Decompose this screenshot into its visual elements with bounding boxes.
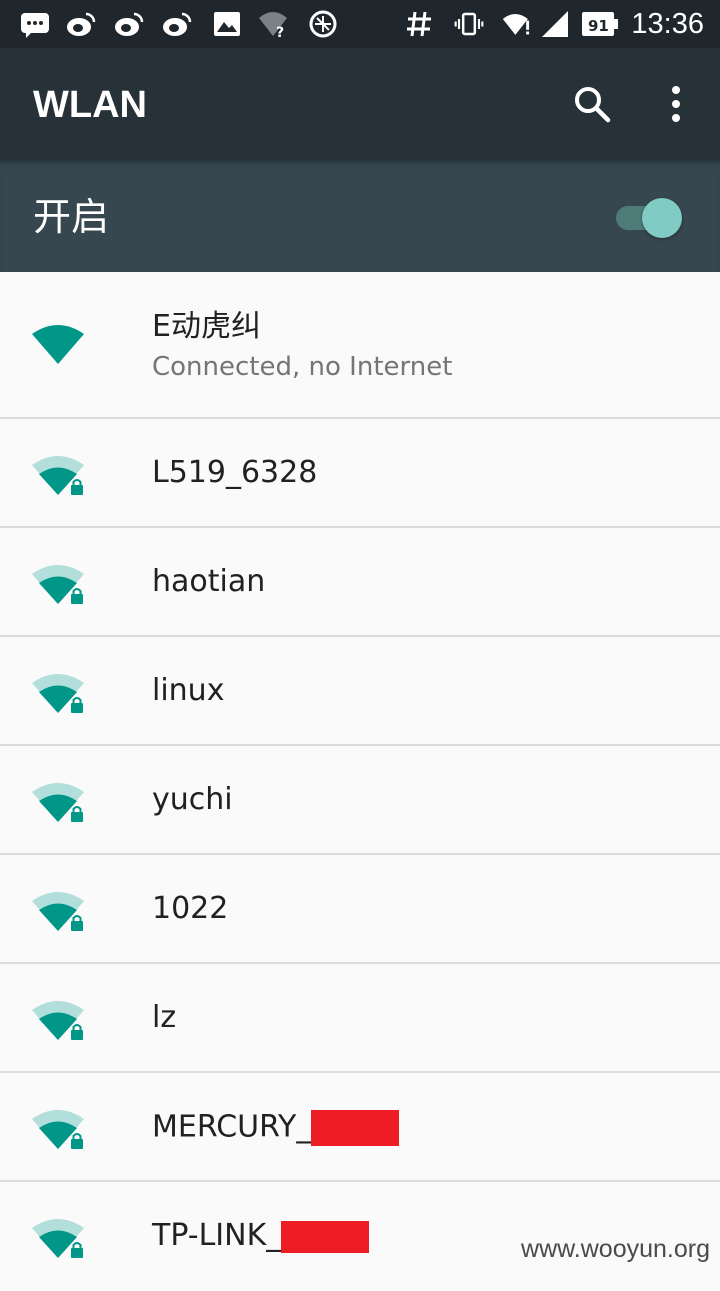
wifi-lock-icon — [32, 783, 84, 822]
network-name: linux — [152, 673, 225, 708]
hash-icon — [407, 11, 431, 37]
wifi-unknown-icon: ? — [259, 12, 287, 38]
status-bar: ? 91 13:36 — [0, 0, 720, 48]
svg-text:?: ? — [276, 25, 284, 38]
toggle-thumb — [642, 198, 682, 238]
wifi-lock-icon — [32, 565, 84, 604]
signal-icon — [542, 11, 568, 37]
network-item[interactable]: lz — [0, 964, 720, 1073]
network-name: lz — [152, 1000, 177, 1035]
wifi-lock-icon — [32, 674, 84, 713]
network-name: E动虎纠 — [152, 309, 261, 344]
wifi-lock-icon — [32, 1001, 84, 1040]
browser-icon — [309, 10, 337, 38]
network-name: MERCURY_ — [152, 1109, 312, 1145]
svg-text:91: 91 — [588, 17, 609, 35]
redaction-block — [311, 1110, 400, 1146]
wifi-switch-bar[interactable]: 开启 — [0, 160, 720, 272]
image-icon — [214, 12, 240, 36]
network-name: L519_6328 — [152, 455, 318, 490]
network-item[interactable]: L519_6328 — [0, 419, 720, 528]
network-name-row: TP-LINK_ — [152, 1218, 370, 1253]
watermark: www.wooyun.org — [521, 1235, 710, 1263]
network-item[interactable]: yuchi — [0, 746, 720, 855]
weibo-icon — [163, 12, 192, 36]
search-icon — [575, 87, 611, 123]
search-button[interactable] — [566, 78, 618, 130]
network-name: TP-LINK_ — [152, 1218, 282, 1253]
page-title: WLAN — [33, 84, 147, 126]
network-item[interactable]: 1022 — [0, 855, 720, 964]
network-item-connected[interactable]: E动虎纠 Connected, no Internet — [0, 272, 720, 419]
network-item[interactable]: linux — [0, 637, 720, 746]
wifi-lock-icon — [32, 456, 84, 495]
wifi-lock-icon — [32, 1219, 84, 1258]
vibrate-icon — [454, 12, 484, 36]
wifi-lock-icon — [32, 1110, 84, 1149]
battery-icon: 91 — [582, 12, 618, 36]
network-name: haotian — [152, 564, 266, 599]
network-name: yuchi — [152, 782, 233, 817]
network-item[interactable]: MERCURY_ — [0, 1073, 720, 1182]
network-name-row: MERCURY_ — [152, 1109, 400, 1146]
wifi-signal-full-icon — [32, 325, 84, 364]
wifi-lock-icon — [32, 892, 84, 931]
redaction-block — [281, 1220, 370, 1253]
wifi-switch-label: 开启 — [33, 195, 110, 239]
wifi-icon — [502, 14, 530, 35]
network-list: E动虎纠 Connected, no Internet L519_6328 ha… — [0, 272, 720, 1291]
network-status: Connected, no Internet — [152, 352, 453, 382]
more-options-button[interactable] — [650, 78, 702, 130]
weibo-icon — [67, 12, 96, 36]
wifi-toggle[interactable] — [616, 198, 682, 238]
clock: 13:36 — [631, 8, 704, 40]
chat-icon — [21, 13, 49, 38]
network-item[interactable]: haotian — [0, 528, 720, 637]
more-vert-icon — [672, 86, 680, 122]
network-name: 1022 — [152, 891, 229, 926]
app-bar: WLAN — [0, 48, 720, 160]
weibo-icon — [115, 12, 144, 36]
